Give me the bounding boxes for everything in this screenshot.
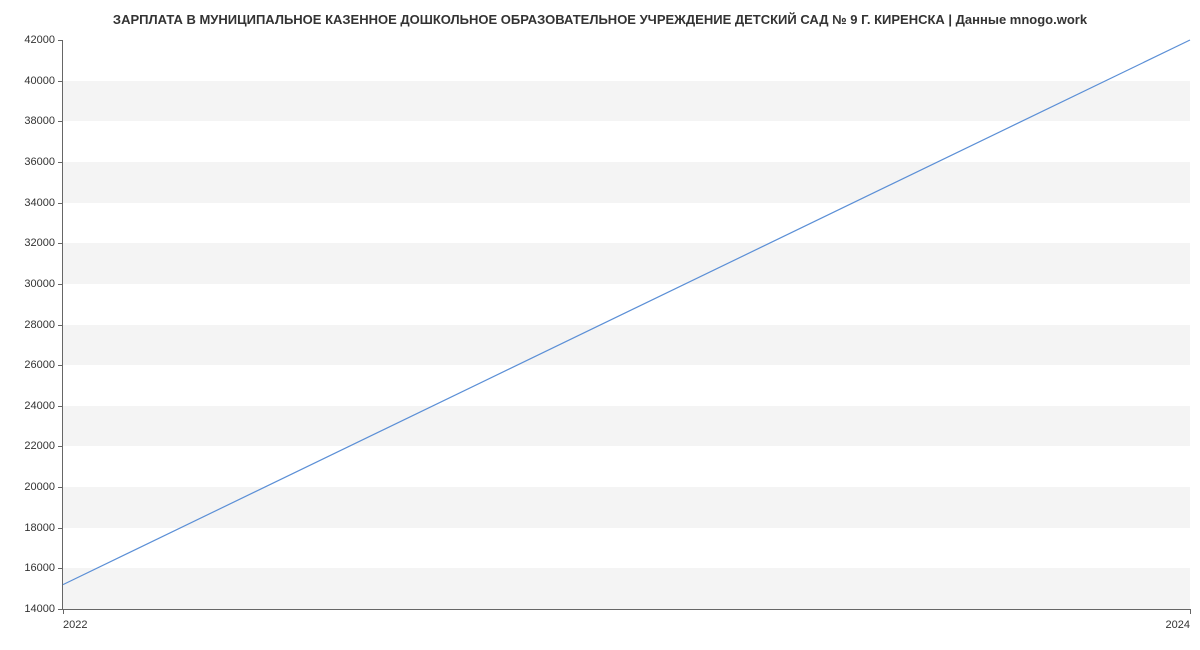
- y-tick-label: 34000: [24, 197, 55, 209]
- y-tick-label: 32000: [24, 237, 55, 249]
- x-tick-mark: [63, 609, 64, 614]
- y-tick-label: 24000: [24, 400, 55, 412]
- x-tick-mark: [1190, 609, 1191, 614]
- y-tick-label: 28000: [24, 319, 55, 331]
- x-tick-label: 2024: [1166, 619, 1190, 631]
- y-tick-label: 30000: [24, 278, 55, 290]
- x-tick-label: 2022: [63, 619, 87, 631]
- y-tick-label: 22000: [24, 440, 55, 452]
- chart-title: ЗАРПЛАТА В МУНИЦИПАЛЬНОЕ КАЗЕННОЕ ДОШКОЛ…: [0, 0, 1200, 27]
- chart-container: ЗАРПЛАТА В МУНИЦИПАЛЬНОЕ КАЗЕННОЕ ДОШКОЛ…: [0, 0, 1200, 650]
- y-tick-label: 38000: [24, 115, 55, 127]
- data-line: [63, 40, 1190, 585]
- y-tick-label: 26000: [24, 359, 55, 371]
- y-tick-label: 16000: [24, 562, 55, 574]
- y-tick-label: 36000: [24, 156, 55, 168]
- y-tick-label: 40000: [24, 75, 55, 87]
- y-tick-label: 18000: [24, 522, 55, 534]
- y-tick-label: 42000: [24, 34, 55, 46]
- y-tick-label: 14000: [24, 603, 55, 615]
- y-tick-label: 20000: [24, 481, 55, 493]
- plot-area: 1400016000180002000022000240002600028000…: [62, 40, 1190, 610]
- chart-line-svg: [63, 40, 1190, 609]
